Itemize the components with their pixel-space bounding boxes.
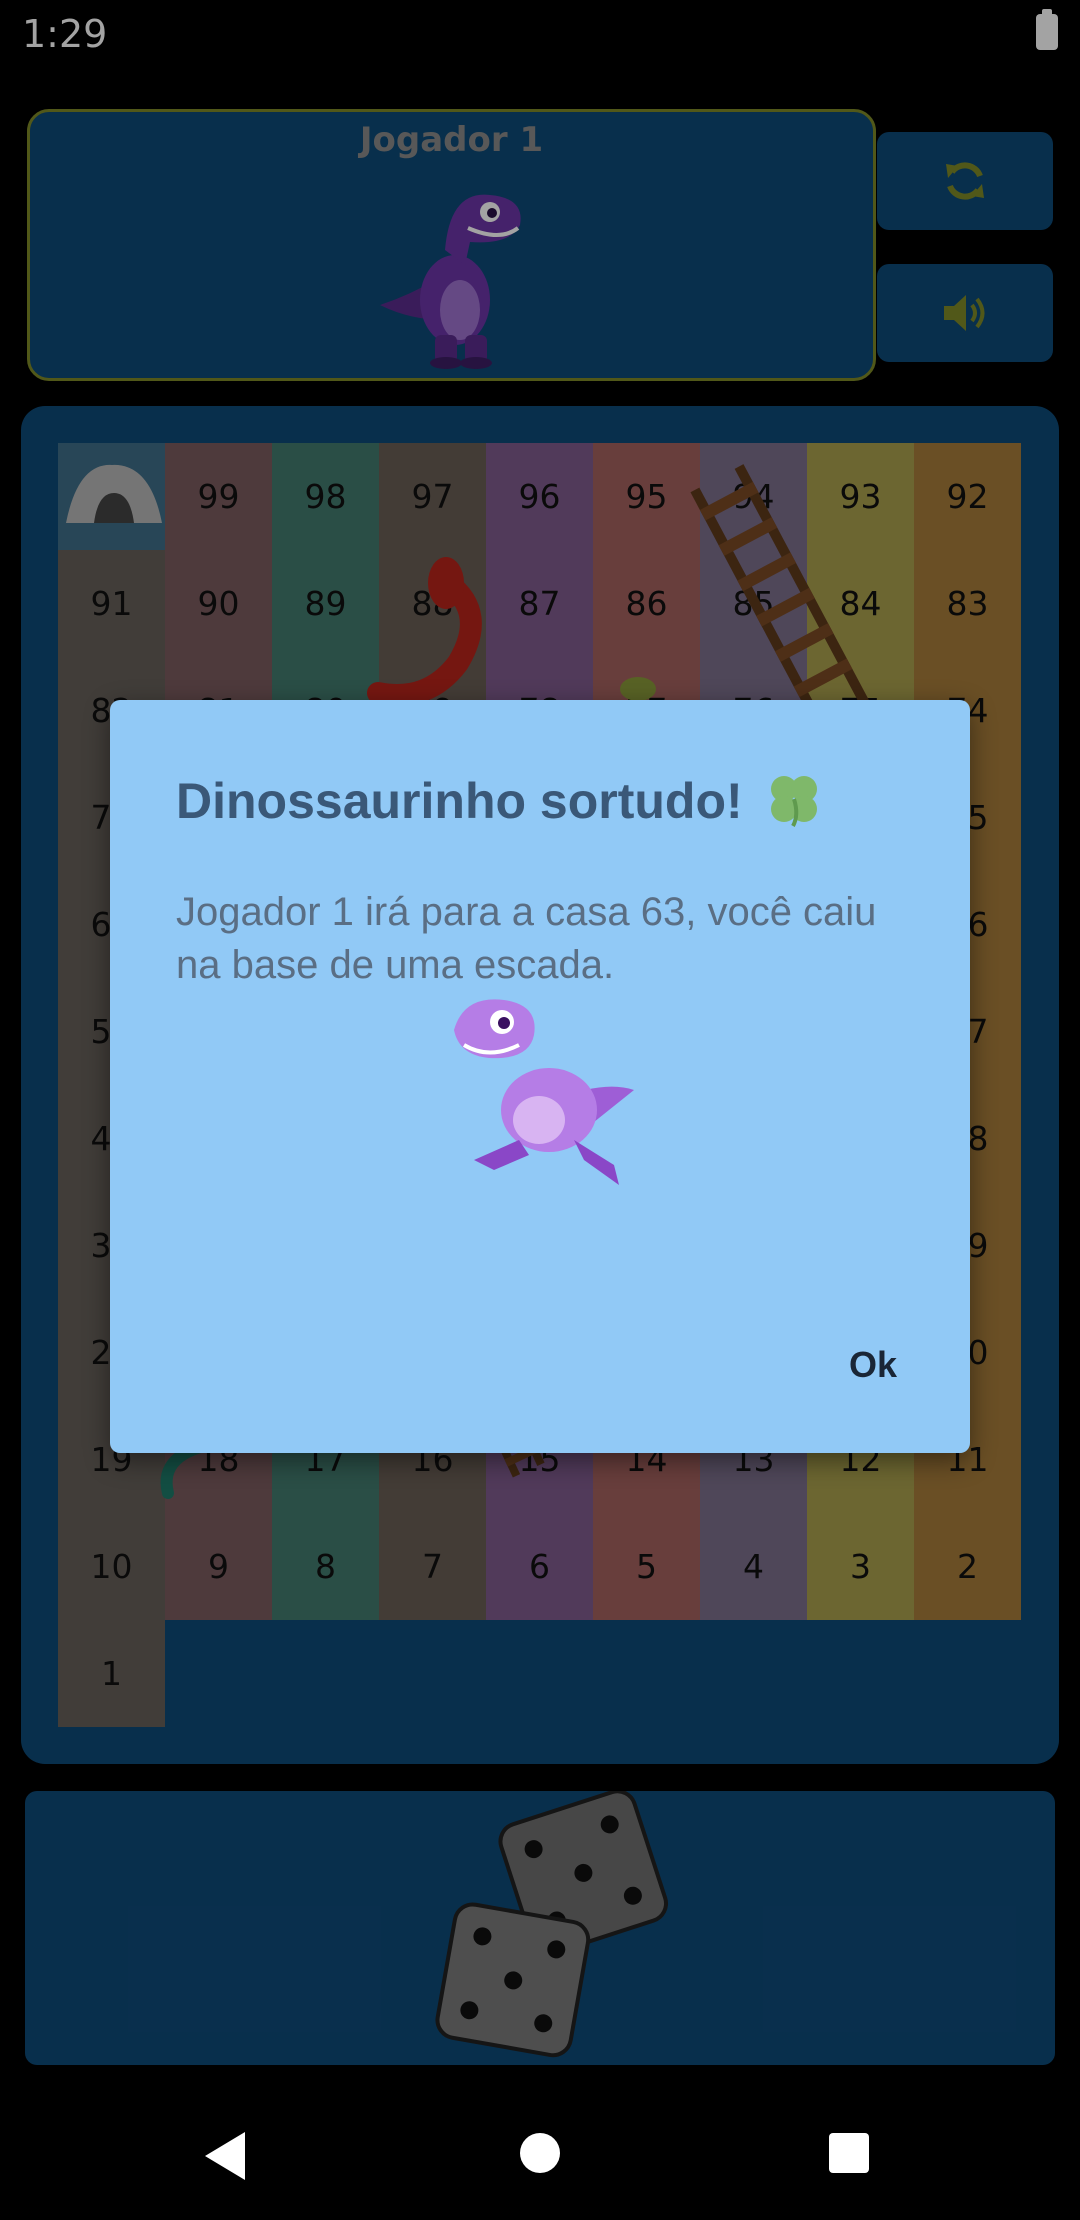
four-leaf-clover-icon (770, 776, 817, 827)
ok-button[interactable]: Ok (816, 1330, 930, 1400)
home-circle-icon[interactable] (520, 2133, 560, 2173)
back-triangle-icon[interactable] (205, 2132, 245, 2180)
running-dinosaur-icon (454, 999, 634, 1185)
dialog-title: Dinossaurinho sortudo! (176, 770, 823, 830)
lucky-dialog: Dinossaurinho sortudo! Jogador 1 irá par… (110, 700, 970, 1453)
dialog-message: Jogador 1 irá para a casa 63, você caiu … (176, 890, 877, 987)
dialog-title-text: Dinossaurinho sortudo! (176, 773, 743, 829)
recents-square-icon[interactable] (829, 2133, 869, 2173)
